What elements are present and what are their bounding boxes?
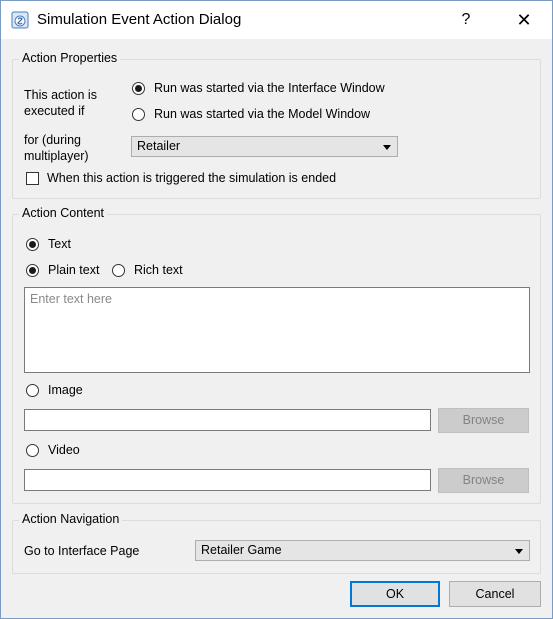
- radio-video[interactable]: [26, 444, 39, 457]
- ok-button[interactable]: OK: [350, 581, 440, 607]
- window-title: Simulation Event Action Dialog: [37, 11, 242, 28]
- close-button[interactable]: ✕: [499, 1, 549, 39]
- action-navigation-title: Action Navigation: [19, 512, 123, 526]
- text-content-placeholder: Enter text here: [30, 292, 112, 306]
- radio-rich-text[interactable]: [112, 264, 125, 277]
- radio-interface-window[interactable]: [132, 82, 145, 95]
- executed-if-label: This action is executed if: [24, 88, 97, 118]
- radio-model-window[interactable]: [132, 108, 145, 121]
- radio-plain-text[interactable]: [26, 264, 39, 277]
- end-simulation-checkbox[interactable]: [26, 172, 39, 185]
- text-content-input[interactable]: Enter text here: [24, 287, 530, 373]
- video-path-input[interactable]: [24, 469, 431, 491]
- action-content-title: Action Content: [19, 206, 107, 220]
- chevron-down-icon: [515, 549, 523, 554]
- chevron-down-icon: [383, 145, 391, 150]
- player-select[interactable]: Retailer: [131, 136, 398, 157]
- radio-video-label[interactable]: Video: [48, 443, 80, 457]
- radio-interface-window-label[interactable]: Run was started via the Interface Window: [154, 81, 385, 95]
- radio-text-label[interactable]: Text: [48, 237, 71, 251]
- interface-page-select-value: Retailer Game: [201, 543, 282, 557]
- radio-model-window-label[interactable]: Run was started via the Model Window: [154, 107, 370, 121]
- radio-plain-text-label[interactable]: Plain text: [48, 263, 99, 277]
- app-icon: [11, 11, 29, 29]
- end-simulation-label[interactable]: When this action is triggered the simula…: [47, 171, 336, 185]
- goto-page-label: Go to Interface Page: [24, 544, 140, 558]
- radio-image-label[interactable]: Image: [48, 383, 83, 397]
- radio-rich-text-label[interactable]: Rich text: [134, 263, 183, 277]
- image-path-input[interactable]: [24, 409, 431, 431]
- action-properties-title: Action Properties: [19, 51, 121, 65]
- image-browse-button[interactable]: Browse: [438, 408, 529, 433]
- radio-image[interactable]: [26, 384, 39, 397]
- title-bar: Simulation Event Action Dialog ? ✕: [1, 1, 552, 39]
- dialog-window: Simulation Event Action Dialog ? ✕ Actio…: [0, 0, 553, 619]
- help-button[interactable]: ?: [445, 1, 487, 39]
- interface-page-select[interactable]: Retailer Game: [195, 540, 530, 561]
- player-label: for (during multiplayer): [24, 133, 89, 163]
- video-browse-button[interactable]: Browse: [438, 468, 529, 493]
- player-select-value: Retailer: [137, 139, 181, 153]
- radio-text[interactable]: [26, 238, 39, 251]
- cancel-button[interactable]: Cancel: [449, 581, 541, 607]
